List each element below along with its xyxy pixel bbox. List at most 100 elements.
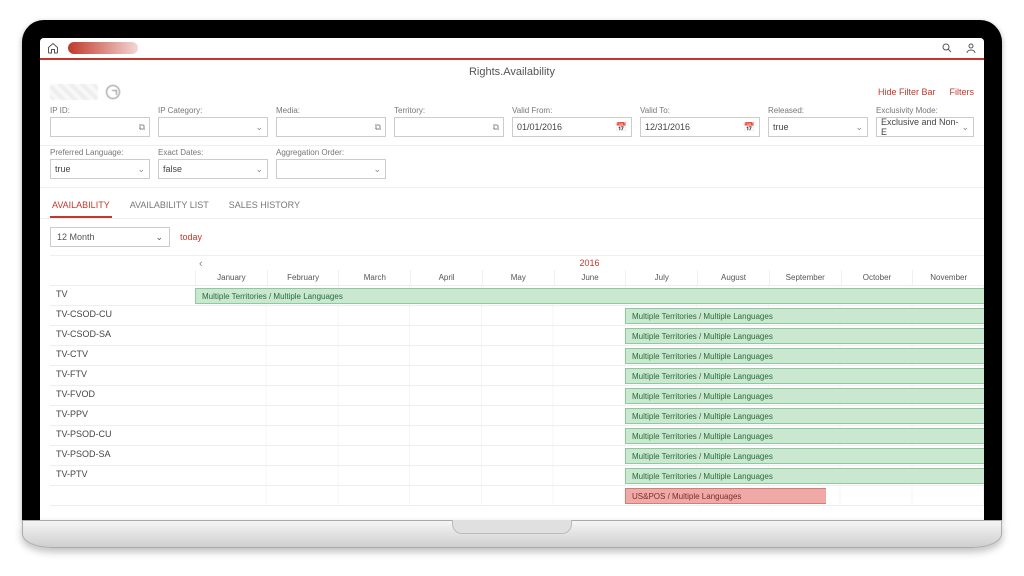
filters-link[interactable]: Filters — [950, 87, 975, 97]
home-icon[interactable] — [46, 41, 60, 55]
row-label: TV — [50, 286, 195, 305]
row-grid: Multiple Territories / Multiple Language… — [195, 286, 984, 305]
exclusivity-label: Exclusivity Mode: — [876, 106, 974, 115]
laptop-mockup: Rights.Availability Hide Filter Bar Filt… — [22, 20, 1002, 548]
user-icon[interactable] — [964, 41, 978, 55]
territory-input[interactable]: ⧉ — [394, 117, 504, 137]
app-viewport: Rights.Availability Hide Filter Bar Filt… — [40, 38, 984, 520]
brand-logo — [68, 42, 138, 54]
timeline-controls: 12 Month⌄ today — [40, 219, 984, 255]
row-label: TV-FTV — [50, 366, 195, 385]
app-topbar — [40, 38, 984, 60]
availability-bar[interactable]: Multiple Territories / Multiple Language… — [195, 288, 984, 304]
today-link[interactable]: today — [180, 232, 202, 242]
exact-dates-select[interactable]: false⌄ — [158, 159, 268, 179]
month-header: November — [912, 270, 984, 285]
hide-filter-bar-link[interactable]: Hide Filter Bar — [878, 87, 936, 97]
availability-bar[interactable]: Multiple Territories / Multiple Language… — [625, 348, 984, 364]
availability-bar[interactable]: Multiple Territories / Multiple Language… — [625, 308, 984, 324]
valid-to-input[interactable]: 12/31/2016📅 — [640, 117, 760, 137]
availability-bar[interactable]: US&POS / Multiple Languages — [625, 488, 826, 504]
month-header: January — [195, 270, 267, 285]
row-grid: US&POS / Multiple Languages — [195, 486, 984, 505]
chevron-down-icon: ⌄ — [255, 122, 263, 133]
exclusivity-select[interactable]: Exclusive and Non-E⌄ — [876, 117, 974, 137]
released-select[interactable]: true⌄ — [768, 117, 868, 137]
territory-label: Territory: — [394, 106, 504, 115]
laptop-base — [22, 520, 1002, 548]
row-label — [50, 486, 195, 505]
media-label: Media: — [276, 106, 386, 115]
timeline-row: TV-PTV Multiple Territories / Multiple La… — [50, 466, 984, 486]
timeline-row: TV-CSOD-CU Multiple Territories / Multipl… — [50, 306, 984, 326]
timeline-row: TVMultiple Territories / Multiple Langua… — [50, 286, 984, 306]
breadcrumb-row: Hide Filter Bar Filters — [40, 84, 984, 104]
availability-bar[interactable]: Multiple Territories / Multiple Language… — [625, 468, 984, 484]
timeline-rows: TVMultiple Territories / Multiple Langua… — [50, 286, 984, 506]
preferred-language-select[interactable]: true⌄ — [50, 159, 150, 179]
row-label: TV-CTV — [50, 346, 195, 365]
ip-category-select[interactable]: ⌄ — [158, 117, 268, 137]
valid-from-input[interactable]: 01/01/2016📅 — [512, 117, 632, 137]
tabs-row: AVAILABILITY AVAILABILITY LIST SALES HIS… — [40, 188, 984, 219]
valid-to-label: Valid To: — [640, 106, 760, 115]
prev-arrow-icon[interactable]: ‹ — [199, 258, 203, 270]
timeline-row: TV-PPV Multiple Territories / Multiple La… — [50, 406, 984, 426]
calendar-icon[interactable]: 📅 — [744, 122, 755, 133]
availability-bar[interactable]: Multiple Territories / Multiple Language… — [625, 388, 984, 404]
preferred-language-label: Preferred Language: — [50, 148, 150, 157]
timeline-row: TV-PSOD-SAMultiple Territories / Multipl… — [50, 446, 984, 466]
search-icon[interactable] — [940, 41, 954, 55]
aggregation-order-select[interactable]: ⌄ — [276, 159, 386, 179]
month-header: April — [410, 270, 482, 285]
row-label: TV-PTV — [50, 466, 195, 485]
lookup-icon[interactable]: ⧉ — [493, 122, 499, 133]
ip-category-label: IP Category: — [158, 106, 268, 115]
row-label: TV-PPV — [50, 406, 195, 425]
chevron-down-icon: ⌄ — [255, 164, 263, 175]
month-header: May — [482, 270, 554, 285]
timeline-row: TV-FTV Multiple Territories / Multiple La… — [50, 366, 984, 386]
ip-id-input[interactable]: ⧉ — [50, 117, 150, 137]
row-label: TV-PSOD-CU — [50, 426, 195, 445]
month-header: July — [625, 270, 697, 285]
timeline-row: TV-PSOD-CU Multiple Territories / Multipl… — [50, 426, 984, 446]
availability-bar[interactable]: Multiple Territories / Multiple Language… — [625, 368, 984, 384]
row-grid: Multiple Territories / Multiple Language… — [195, 386, 984, 405]
tab-availability[interactable]: AVAILABILITY — [50, 196, 112, 218]
tab-sales-history[interactable]: SALES HISTORY — [227, 196, 302, 218]
filter-bar-row2: Preferred Language: true⌄ Exact Dates: f… — [40, 146, 984, 188]
laptop-notch — [452, 520, 572, 534]
released-label: Released: — [768, 106, 868, 115]
chevron-down-icon: ⌄ — [155, 232, 163, 243]
history-icon[interactable] — [106, 85, 120, 99]
availability-bar[interactable]: Multiple Territories / Multiple Language… — [625, 328, 984, 344]
aggregation-order-label: Aggregation Order: — [276, 148, 386, 157]
month-header: February — [267, 270, 339, 285]
row-grid: Multiple Territories / Multiple Language… — [195, 426, 984, 445]
availability-bar[interactable]: Multiple Territories / Multiple Language… — [625, 408, 984, 424]
filter-bar-row1: IP ID: ⧉ IP Category: ⌄ Media: ⧉ Territo… — [40, 104, 984, 146]
tab-availability-list[interactable]: AVAILABILITY LIST — [128, 196, 211, 218]
availability-bar[interactable]: Multiple Territories / Multiple Language… — [625, 448, 984, 464]
page-title: Rights.Availability — [40, 60, 984, 84]
timeline-row: TV-CTV Multiple Territories / Multiple La… — [50, 346, 984, 366]
availability-bar[interactable]: Multiple Territories / Multiple Language… — [625, 428, 984, 444]
media-input[interactable]: ⧉ — [276, 117, 386, 137]
calendar-icon[interactable]: 📅 — [616, 122, 627, 133]
row-label: TV-CSOD-CU — [50, 306, 195, 325]
lookup-icon[interactable]: ⧉ — [139, 122, 145, 133]
timeline: ‹ 2016 JanuaryFebruaryMarchAprilMayJuneJ… — [40, 255, 984, 506]
ip-id-label: IP ID: — [50, 106, 150, 115]
row-grid: Multiple Territories / Multiple Language… — [195, 406, 984, 425]
chevron-down-icon: ⌄ — [855, 122, 863, 133]
range-select[interactable]: 12 Month⌄ — [50, 227, 170, 247]
row-grid: Multiple Territories / Multiple Language… — [195, 446, 984, 465]
month-headers: JanuaryFebruaryMarchAprilMayJuneJulyAugu… — [195, 270, 984, 285]
timeline-row: TV-CSOD-SAMultiple Territories / Multipl… — [50, 326, 984, 346]
month-header: October — [841, 270, 913, 285]
month-header: June — [554, 270, 626, 285]
timeline-row: TV-FVODMultiple Territories / Multiple L… — [50, 386, 984, 406]
lookup-icon[interactable]: ⧉ — [375, 122, 381, 133]
row-grid: Multiple Territories / Multiple Language… — [195, 306, 984, 325]
